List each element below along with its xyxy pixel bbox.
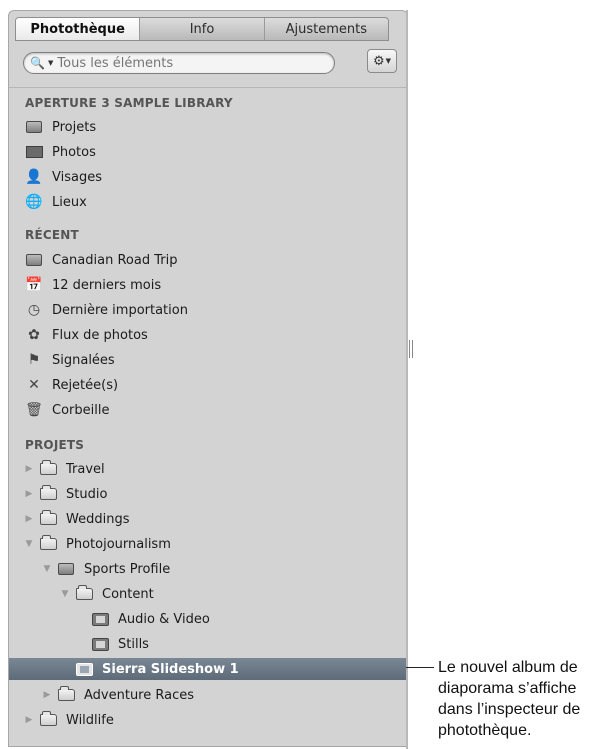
item-label: Canadian Road Trip bbox=[52, 252, 178, 268]
item-label: Stills bbox=[118, 636, 149, 652]
library-item-faces[interactable]: 👤 Visages bbox=[9, 166, 407, 188]
photostream-icon: ✿ bbox=[28, 327, 40, 343]
project-row-sports-profile[interactable]: ▼ Sports Profile bbox=[9, 558, 407, 580]
disclosure-triangle-icon[interactable]: ▶ bbox=[23, 464, 35, 474]
project-row-stills[interactable]: Stills bbox=[9, 633, 407, 655]
project-row-sierra-slideshow-1[interactable]: Sierra Slideshow 1 bbox=[9, 658, 407, 680]
folder-icon bbox=[75, 585, 93, 602]
item-label: 12 derniers mois bbox=[52, 277, 162, 293]
recent-item-trash[interactable]: 🗑 Corbeille bbox=[9, 399, 407, 421]
folder-icon bbox=[39, 535, 57, 552]
action-menu-button[interactable]: ⚙ ▼ bbox=[367, 49, 397, 73]
panel-edge bbox=[406, 10, 408, 749]
item-label: Visages bbox=[52, 169, 102, 185]
library-inspector: Photothèque Info Ajustements 🔍 ▼ ⚙▼ APER… bbox=[8, 10, 408, 747]
places-icon: 🌐 bbox=[25, 194, 43, 210]
projects-icon bbox=[25, 119, 43, 135]
folder-icon bbox=[57, 686, 75, 703]
photos-icon bbox=[25, 144, 43, 160]
project-box-icon bbox=[25, 252, 43, 268]
search-field[interactable]: 🔍 ▼ bbox=[23, 52, 335, 74]
import-icon: ◷ bbox=[27, 302, 41, 318]
search-icon[interactable]: 🔍 bbox=[30, 56, 48, 70]
section-header-library: APERTURE 3 SAMPLE LIBRARY bbox=[25, 96, 233, 110]
tab-adjustments[interactable]: Ajustements bbox=[263, 18, 388, 40]
tab-info[interactable]: Info bbox=[139, 18, 263, 40]
disclosure-triangle-icon[interactable]: ▶ bbox=[23, 715, 35, 725]
search-input[interactable] bbox=[57, 55, 298, 71]
divider bbox=[9, 87, 407, 88]
project-row-photojournalism[interactable]: ▼ Photojournalism bbox=[9, 533, 407, 555]
recent-item-last-import[interactable]: ◷ Dernière importation bbox=[9, 299, 407, 321]
project-row-content[interactable]: ▼ Content bbox=[9, 583, 407, 605]
gear-icon: ⚙ bbox=[372, 53, 385, 69]
chevron-down-icon[interactable]: ▼ bbox=[48, 59, 53, 67]
item-label: Photos bbox=[52, 144, 96, 160]
calendar-icon: 📅 bbox=[25, 277, 43, 293]
chevron-down-icon: ▼ bbox=[385, 57, 392, 65]
item-label: Studio bbox=[66, 486, 108, 502]
callout-caption: Le nouvel album de diaporama s’affiche d… bbox=[438, 659, 581, 739]
item-label: Lieux bbox=[52, 194, 87, 210]
project-row-travel[interactable]: ▶ Travel bbox=[9, 458, 407, 480]
disclosure-triangle-icon[interactable]: ▶ bbox=[41, 690, 53, 700]
item-label: Flux de photos bbox=[52, 327, 148, 343]
disclosure-triangle-expanded-icon[interactable]: ▼ bbox=[59, 589, 71, 599]
album-icon bbox=[91, 611, 109, 627]
reject-x-icon: ✕ bbox=[28, 377, 40, 393]
item-label: Dernière importation bbox=[52, 302, 188, 318]
library-item-projects[interactable]: Projets bbox=[9, 116, 407, 138]
recent-item-rejected[interactable]: ✕ Rejetée(s) bbox=[9, 374, 407, 396]
item-label: Sierra Slideshow 1 bbox=[102, 661, 239, 677]
item-label: Audio & Video bbox=[118, 611, 210, 627]
project-row-wildlife[interactable]: ▶ Wildlife bbox=[9, 709, 407, 731]
project-row-weddings[interactable]: ▶ Weddings bbox=[9, 508, 407, 530]
faces-icon: 👤 bbox=[25, 169, 43, 185]
folder-icon bbox=[39, 485, 57, 502]
project-box-icon bbox=[57, 561, 75, 577]
item-label: Rejetée(s) bbox=[52, 377, 119, 393]
item-label: Adventure Races bbox=[84, 687, 195, 703]
section-header-recent: RÉCENT bbox=[25, 228, 79, 242]
item-label: Weddings bbox=[66, 511, 130, 527]
folder-icon bbox=[39, 460, 57, 477]
disclosure-triangle-expanded-icon[interactable]: ▼ bbox=[23, 539, 35, 549]
project-row-adventure-races[interactable]: ▶ Adventure Races bbox=[9, 684, 407, 706]
library-item-photos[interactable]: Photos bbox=[9, 141, 407, 163]
recent-item-photostream[interactable]: ✿ Flux de photos bbox=[9, 324, 407, 346]
library-item-places[interactable]: 🌐 Lieux bbox=[9, 191, 407, 213]
item-label: Projets bbox=[52, 119, 97, 135]
item-label: Travel bbox=[66, 461, 105, 477]
disclosure-triangle-icon[interactable]: ▶ bbox=[23, 489, 35, 499]
item-label: Wildlife bbox=[66, 712, 114, 728]
flag-icon: ⚑ bbox=[27, 352, 41, 368]
folder-icon bbox=[39, 711, 57, 728]
folder-icon bbox=[39, 510, 57, 527]
project-row-studio[interactable]: ▶ Studio bbox=[9, 483, 407, 505]
section-header-projects: PROJETS bbox=[25, 438, 85, 452]
item-label: Sports Profile bbox=[84, 561, 171, 577]
item-label: Content bbox=[102, 586, 154, 602]
item-label: Signalées bbox=[52, 352, 115, 368]
trash-icon: 🗑 bbox=[25, 402, 43, 418]
album-icon bbox=[91, 636, 109, 652]
recent-item-last-12-months[interactable]: 📅 12 derniers mois bbox=[9, 274, 407, 296]
recent-item-canadian-road-trip[interactable]: Canadian Road Trip bbox=[9, 249, 407, 271]
slideshow-album-icon bbox=[75, 661, 93, 677]
resize-handle[interactable] bbox=[409, 340, 413, 358]
project-row-audio-video[interactable]: Audio & Video bbox=[9, 608, 407, 630]
recent-item-flagged[interactable]: ⚑ Signalées bbox=[9, 349, 407, 371]
callout-line bbox=[406, 667, 434, 668]
disclosure-triangle-expanded-icon[interactable]: ▼ bbox=[41, 564, 53, 574]
item-label: Photojournalism bbox=[66, 536, 171, 552]
tab-library[interactable]: Photothèque bbox=[16, 18, 140, 40]
item-label: Corbeille bbox=[52, 402, 110, 418]
inspector-tabs: Photothèque Info Ajustements bbox=[15, 17, 389, 41]
disclosure-triangle-icon[interactable]: ▶ bbox=[23, 514, 35, 524]
